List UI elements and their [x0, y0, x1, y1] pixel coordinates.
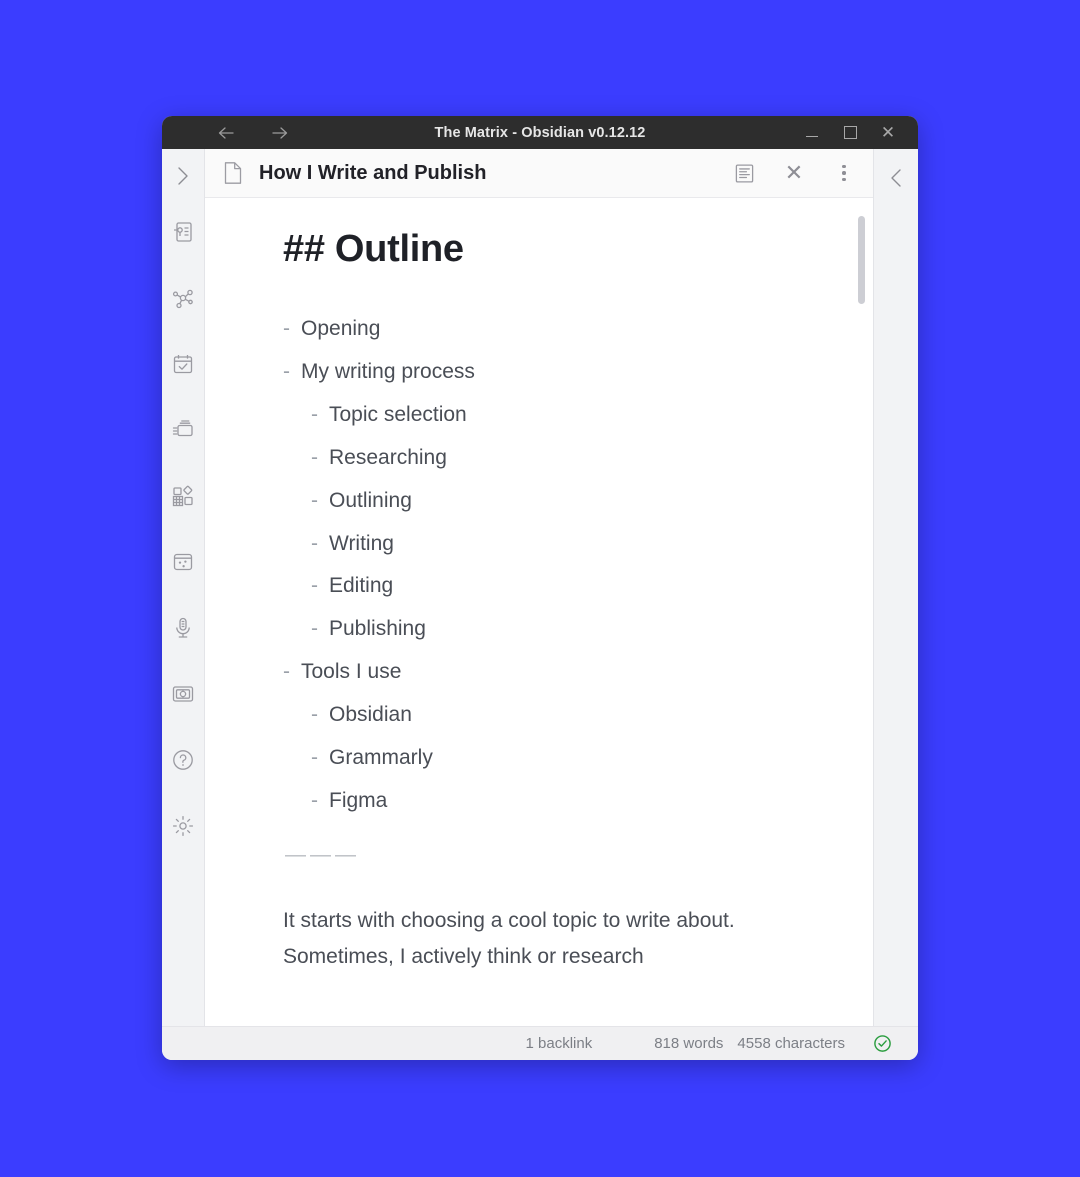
- window-controls: ✕: [804, 123, 896, 142]
- list-item-text: Opening: [301, 317, 381, 341]
- bullet-dash: -: [311, 617, 318, 641]
- backlink-count[interactable]: 1 backlink: [526, 1035, 593, 1052]
- close-icon: ✕: [784, 160, 804, 185]
- status-bar: 1 backlink 818 words 4558 characters: [162, 1026, 918, 1060]
- list-item-text: Publishing: [329, 617, 426, 641]
- list-item-text: Editing: [329, 574, 394, 598]
- list-item-text: Figma: [329, 788, 388, 812]
- list-item-text: Researching: [329, 445, 447, 469]
- editor-scrollbar[interactable]: [858, 212, 865, 1016]
- list-item: - Tools I use: [283, 658, 843, 686]
- quick-switcher-icon[interactable]: [170, 417, 196, 443]
- note-paragraph: It starts with choosing a cool topic to …: [283, 909, 735, 968]
- list-item-text: Grammarly: [329, 745, 433, 769]
- list-item: - Opening: [283, 315, 843, 343]
- more-options-icon[interactable]: [833, 162, 855, 184]
- bullet-dash: -: [311, 702, 318, 726]
- bullet-dash: -: [311, 531, 318, 555]
- back-arrow-icon[interactable]: [216, 123, 236, 143]
- navigation-buttons: [216, 123, 290, 143]
- graph-view-icon[interactable]: [170, 285, 196, 311]
- list-item-text: My writing process: [301, 360, 475, 384]
- help-icon[interactable]: [170, 747, 196, 773]
- tab-header: How I Write and Publish ✕: [205, 149, 873, 198]
- settings-icon[interactable]: [170, 813, 196, 839]
- bullet-dash: -: [283, 360, 290, 384]
- horizontal-rule: ———: [285, 842, 360, 866]
- expand-right-sidebar-icon[interactable]: [883, 165, 909, 191]
- minimize-button[interactable]: [804, 125, 820, 141]
- sync-ok-icon[interactable]: [873, 1034, 892, 1053]
- list-item: - Outlining: [283, 487, 843, 515]
- scrollbar-thumb[interactable]: [858, 216, 865, 304]
- bullet-dash: -: [311, 402, 318, 426]
- tab-actions: ✕: [733, 162, 855, 184]
- list-item-text: Tools I use: [301, 660, 402, 684]
- slides-icon[interactable]: [170, 681, 196, 707]
- bullet-dash: -: [311, 745, 318, 769]
- close-icon: ✕: [880, 123, 896, 142]
- maximize-button[interactable]: [842, 125, 858, 141]
- list-item: - Topic selection: [283, 401, 843, 429]
- list-item: - Grammarly: [283, 744, 843, 772]
- bullet-dash: -: [283, 660, 290, 684]
- window-body: How I Write and Publish ✕ ## Outline - O…: [162, 149, 918, 1026]
- file-explorer-icon[interactable]: [170, 219, 196, 245]
- right-ribbon: [873, 149, 918, 1026]
- list-item-text: Writing: [329, 531, 394, 555]
- expand-left-sidebar-icon[interactable]: [170, 163, 196, 189]
- list-item: - Obsidian: [283, 701, 843, 729]
- note-title[interactable]: How I Write and Publish: [259, 162, 486, 185]
- character-count[interactable]: 4558 characters: [737, 1035, 845, 1052]
- reading-view-icon[interactable]: [733, 162, 755, 184]
- plugins-icon[interactable]: [170, 483, 196, 509]
- list-item-text: Topic selection: [329, 402, 467, 426]
- forward-arrow-icon[interactable]: [270, 123, 290, 143]
- obsidian-window: The Matrix - Obsidian v0.12.12 ✕ How I W…: [162, 116, 918, 1060]
- bullet-dash: -: [311, 788, 318, 812]
- center-pane: How I Write and Publish ✕ ## Outline - O…: [205, 149, 873, 1026]
- list-item-text: Outlining: [329, 488, 412, 512]
- status-counts: 1 backlink 818 words 4558 characters: [526, 1035, 846, 1052]
- bullet-dash: -: [311, 488, 318, 512]
- list-item: - Figma: [283, 787, 843, 815]
- list-item: - Researching: [283, 444, 843, 472]
- bullet-dash: -: [283, 317, 290, 341]
- list-item: - Writing: [283, 530, 843, 558]
- bullet-dash: -: [311, 574, 318, 598]
- bullet-dash: -: [311, 445, 318, 469]
- close-tab-button[interactable]: ✕: [783, 162, 805, 184]
- list-item: - My writing process: [283, 358, 843, 386]
- list-item: - Publishing: [283, 615, 843, 643]
- note-heading: ## Outline: [283, 228, 464, 270]
- audio-recorder-icon[interactable]: [170, 615, 196, 641]
- note-content[interactable]: ## Outline - Opening - My writing proces…: [205, 198, 873, 1026]
- title-bar: The Matrix - Obsidian v0.12.12 ✕: [162, 116, 918, 149]
- random-note-icon[interactable]: [170, 549, 196, 575]
- file-icon: [221, 160, 245, 186]
- left-ribbon: [162, 149, 205, 1026]
- list-item: - Editing: [283, 572, 843, 600]
- daily-note-icon[interactable]: [170, 351, 196, 377]
- close-window-button[interactable]: ✕: [880, 123, 896, 142]
- list-item-text: Obsidian: [329, 702, 412, 726]
- editor-area: ## Outline - Opening - My writing proces…: [205, 198, 873, 1026]
- word-count[interactable]: 818 words: [654, 1035, 723, 1052]
